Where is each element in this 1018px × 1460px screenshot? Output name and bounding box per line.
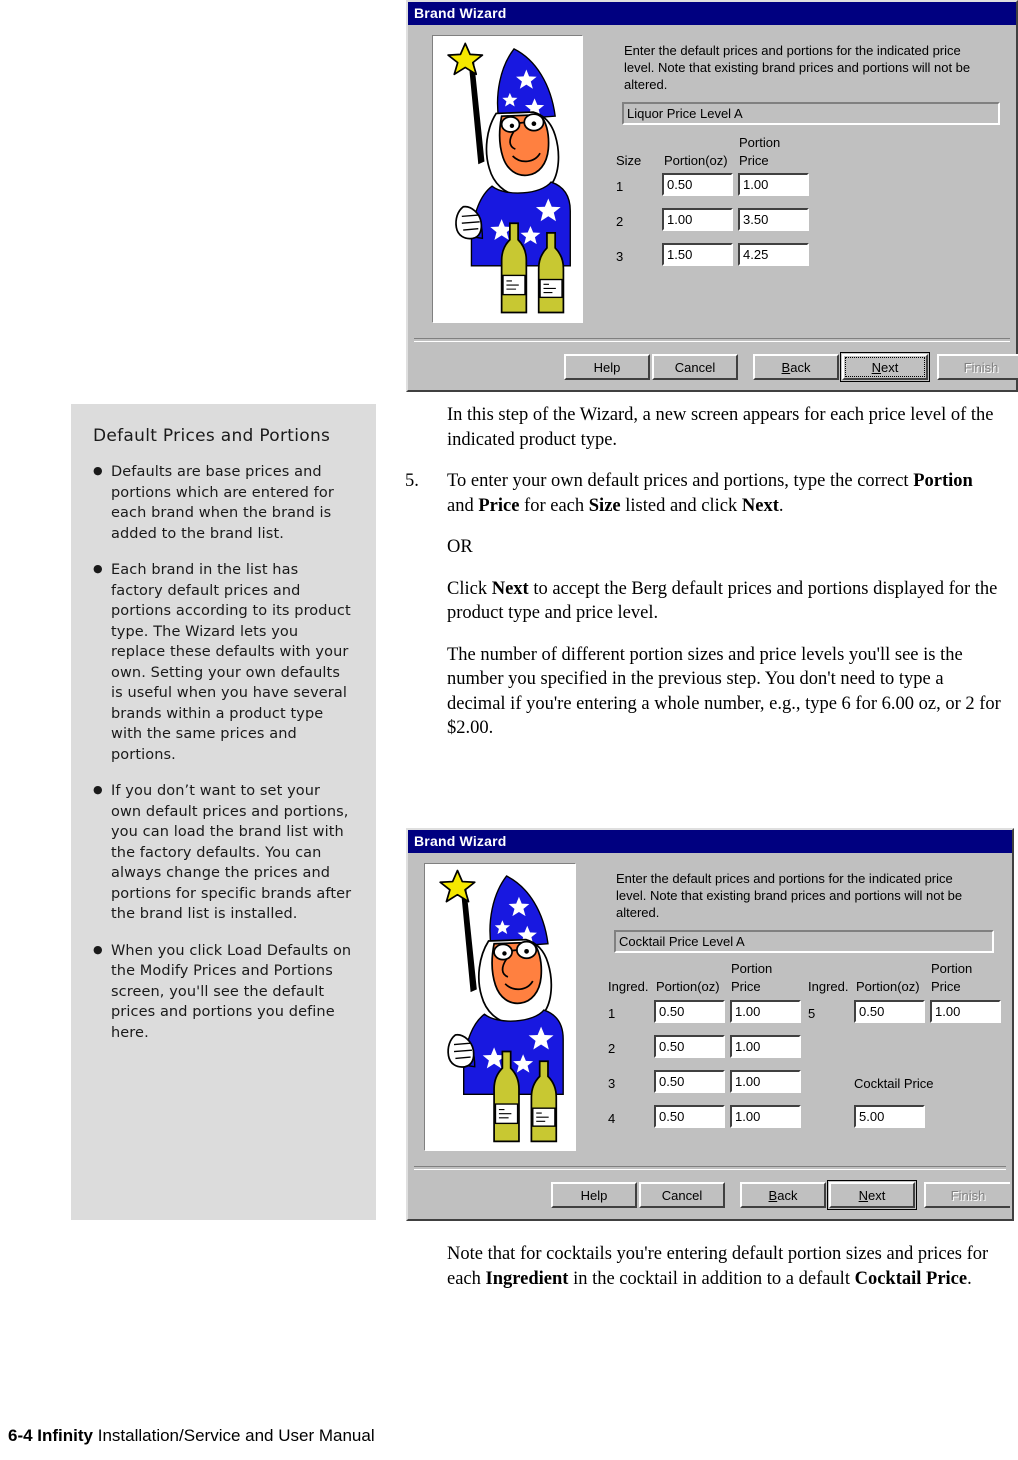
sidebar-bullet-item: Defaults are base prices and portions wh…: [93, 461, 354, 544]
price-input-size-1[interactable]: 1.00: [738, 173, 809, 196]
dialog-titlebar-cocktail: Brand Wizard: [408, 830, 1012, 853]
header-price-right-cocktail: Price: [931, 979, 961, 994]
portion-note-paragraph: The number of different portion sizes an…: [447, 644, 1001, 739]
finish-button-cocktail: Finish: [924, 1182, 1010, 1208]
row-ingred-2: 2: [608, 1041, 616, 1056]
help-button-liquor[interactable]: Help: [564, 354, 650, 380]
price-input-ingred-3[interactable]: 1.00: [730, 1070, 801, 1093]
header-portion-left-cocktail: Portion: [731, 961, 773, 976]
header-price-liquor: Price: [739, 153, 769, 168]
price-level-field-liquor: Liquor Price Level A: [622, 102, 1000, 125]
row-size-2: 2: [616, 214, 624, 229]
back-button-label: Back: [781, 359, 811, 375]
portion-input-ingred-3[interactable]: 0.50: [654, 1070, 725, 1093]
cocktail-note-paragraph: Note that for cocktails you're entering …: [447, 1244, 989, 1289]
next-button-inner: Next: [829, 1182, 915, 1208]
wizard-illustration-frame-liquor: [432, 35, 583, 323]
price-input-ingred-1[interactable]: 1.00: [730, 1000, 801, 1023]
wizard-illustration-frame-cocktail: [424, 863, 576, 1151]
dialog-instructions-liquor: Enter the default prices and portions fo…: [624, 43, 971, 92]
finish-button-label: Finish: [963, 359, 999, 375]
portion-input-size-3[interactable]: 1.50: [662, 243, 733, 266]
dialog-title-cocktail: Brand Wizard: [414, 833, 507, 849]
header-ingred-left-cocktail: Ingred.: [608, 979, 649, 994]
body-text-lower: Note that for cocktails you're entering …: [447, 1242, 1003, 1291]
back-button-cocktail[interactable]: Back: [740, 1182, 826, 1208]
brand-wizard-dialog-cocktail: Brand Wizard Enter the default prices an…: [406, 828, 1014, 1221]
cocktail-price-input[interactable]: 5.00: [854, 1105, 925, 1128]
finish-button-label: Finish: [950, 1187, 986, 1203]
cancel-button-label: Cancel: [661, 1187, 703, 1203]
row-ingred-4: 4: [608, 1111, 616, 1126]
next-button-liquor[interactable]: Next: [840, 352, 930, 382]
row-ingred-3: 3: [608, 1076, 616, 1091]
cocktail-price-label: Cocktail Price: [854, 1076, 934, 1091]
price-input-size-2[interactable]: 3.50: [738, 208, 809, 231]
intro-paragraph: In this step of the Wizard, a new screen…: [447, 405, 994, 450]
row-size-3: 3: [616, 249, 624, 264]
cancel-button-liquor[interactable]: Cancel: [652, 354, 738, 380]
sidebar-heading: Default Prices and Portions: [93, 426, 331, 446]
wizard-illustration-liquor: [447, 42, 572, 314]
sidebar-bullet-item: Each brand in the list has factory defau…: [93, 559, 354, 765]
sidebar-bullet-list: Defaults are base prices and portions wh…: [93, 461, 354, 1044]
portion-input-ingred-4[interactable]: 0.50: [654, 1105, 725, 1128]
portion-input-ingred-2[interactable]: 0.50: [654, 1035, 725, 1058]
page-footer: 6-4 Infinity Installation/Service and Us…: [8, 1426, 375, 1446]
footer-page-label: 6-4 Infinity: [8, 1426, 94, 1445]
dialog-separator-liquor: [414, 338, 1010, 342]
help-button-label: Help: [580, 1187, 608, 1203]
body-text-upper: In this step of the Wizard, a new screen…: [405, 403, 1003, 741]
price-input-ingred-5[interactable]: 1.00: [930, 1000, 1001, 1023]
header-portion-liquor: Portion: [739, 135, 781, 150]
sidebar-note-box: Default Prices and Portions Defaults are…: [71, 404, 376, 1220]
sidebar-bullet-item: If you don’t want to set your own defaul…: [93, 780, 354, 925]
header-portion-oz-liquor: Portion(oz): [664, 153, 728, 168]
dialog-title-liquor: Brand Wizard: [414, 5, 507, 21]
wizard-illustration-cocktail: [439, 869, 565, 1143]
price-input-ingred-4[interactable]: 1.00: [730, 1105, 801, 1128]
price-level-field-cocktail: Cocktail Price Level A: [614, 930, 994, 953]
step-5-paragraph: 5. To enter your own default prices and p…: [405, 471, 973, 516]
brand-wizard-dialog-liquor: Brand Wizard Enter the default prices an…: [406, 0, 1018, 392]
cancel-button-label: Cancel: [674, 359, 716, 375]
dialog-separator-cocktail: [414, 1166, 1006, 1170]
row-size-1: 1: [616, 179, 624, 194]
portion-input-ingred-5[interactable]: 0.50: [854, 1000, 925, 1023]
next-button-cocktail[interactable]: Next: [827, 1180, 917, 1210]
header-portion-oz-left-cocktail: Portion(oz): [656, 979, 720, 994]
header-portion-oz-right-cocktail: Portion(oz): [856, 979, 920, 994]
footer-manual-title: Installation/Service and User Manual: [93, 1426, 375, 1445]
row-ingred-5: 5: [808, 1006, 816, 1021]
portion-input-size-1[interactable]: 0.50: [662, 173, 733, 196]
sidebar-bullet-item: When you click Load Defaults on the Modi…: [93, 940, 354, 1044]
header-portion-right-cocktail: Portion: [931, 961, 973, 976]
header-size-liquor: Size: [616, 153, 642, 168]
finish-button-liquor: Finish: [937, 354, 1018, 380]
cancel-button-cocktail[interactable]: Cancel: [639, 1182, 725, 1208]
back-button-label: Back: [768, 1187, 798, 1203]
price-input-size-3[interactable]: 4.25: [738, 243, 809, 266]
dialog-instructions-cocktail: Enter the default prices and portions fo…: [616, 871, 963, 920]
header-price-left-cocktail: Price: [731, 979, 761, 994]
dialog-titlebar-liquor: Brand Wizard: [408, 2, 1016, 25]
dialog-body-liquor: Enter the default prices and portions fo…: [408, 25, 1018, 390]
dialog-body-cocktail: Enter the default prices and portions fo…: [408, 853, 1012, 1219]
portion-input-size-2[interactable]: 1.00: [662, 208, 733, 231]
price-input-ingred-2[interactable]: 1.00: [730, 1035, 801, 1058]
row-ingred-1: 1: [608, 1006, 616, 1021]
next-button-inner: Next: [842, 354, 928, 380]
portion-input-ingred-1[interactable]: 0.50: [654, 1000, 725, 1023]
help-button-label: Help: [593, 359, 621, 375]
or-paragraph: OR: [447, 537, 473, 557]
click-next-paragraph: Click Next to accept the Berg default pr…: [447, 578, 998, 624]
next-button-label: Next: [858, 1187, 886, 1203]
step-number: 5.: [405, 471, 419, 491]
next-button-label: Next: [871, 359, 899, 375]
header-ingred-right-cocktail: Ingred.: [808, 979, 849, 994]
help-button-cocktail[interactable]: Help: [551, 1182, 637, 1208]
back-button-liquor[interactable]: Back: [753, 354, 839, 380]
